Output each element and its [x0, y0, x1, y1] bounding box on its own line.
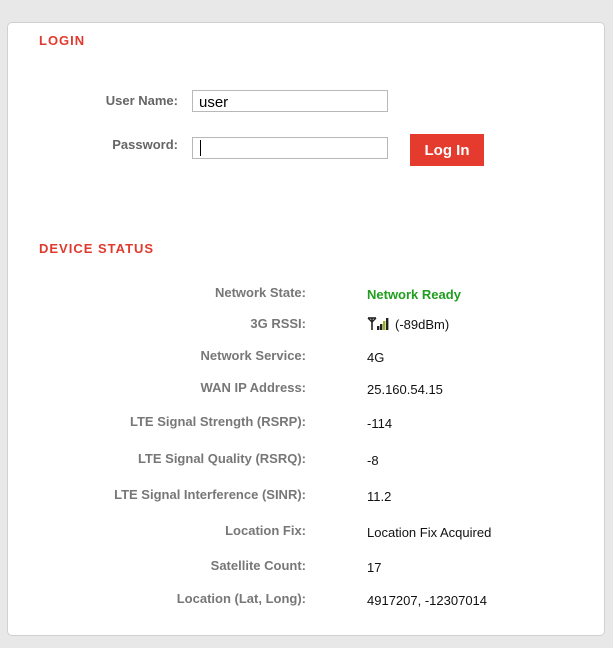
- location-label: Location (Lat, Long):: [176, 591, 306, 606]
- signal-bars-icon: [367, 317, 389, 334]
- login-section-title: LOGIN: [39, 33, 86, 48]
- wan-ip-value: 25.160.54.15: [367, 382, 443, 397]
- wan-ip-label: WAN IP Address:: [200, 380, 306, 395]
- status-row-rsrp: LTE Signal Strength (RSRP): -114: [8, 414, 606, 434]
- password-label: Password:: [112, 137, 178, 152]
- status-row-network-service: Network Service: 4G: [8, 348, 606, 368]
- satellite-count-value: 17: [367, 560, 382, 575]
- username-label: User Name:: [105, 93, 178, 108]
- rssi-label: 3G RSSI:: [250, 316, 306, 331]
- status-row-sinr: LTE Signal Interference (SINR): 11.2: [8, 487, 606, 507]
- status-row-location: Location (Lat, Long): 4917207, -12307014: [8, 591, 606, 611]
- network-state-label: Network State:: [214, 285, 306, 300]
- status-panel: LOGIN User Name: Password: Log In DEVICE…: [7, 22, 605, 636]
- network-state-value: Network Ready: [367, 287, 461, 302]
- location-value: 4917207, -12307014: [367, 593, 488, 608]
- network-service-value: 4G: [367, 350, 385, 365]
- status-row-network-state: Network State: Network Ready: [8, 285, 606, 305]
- satellite-count-label: Satellite Count:: [210, 558, 306, 573]
- status-row-satellite-count: Satellite Count: 17: [8, 558, 606, 578]
- login-button[interactable]: Log In: [410, 134, 484, 166]
- password-input[interactable]: [192, 137, 388, 159]
- status-row-location-fix: Location Fix: Location Fix Acquired: [8, 523, 606, 543]
- sinr-value: 11.2: [367, 489, 392, 504]
- network-service-label: Network Service:: [200, 348, 307, 363]
- rssi-value: (-89dBm): [395, 317, 450, 332]
- status-row-rsrq: LTE Signal Quality (RSRQ): -8: [8, 451, 606, 471]
- rssi-value-wrapper: (-89dBm): [367, 317, 449, 334]
- status-row-wan-ip: WAN IP Address: 25.160.54.15: [8, 380, 606, 400]
- sinr-label: LTE Signal Interference (SINR):: [114, 487, 306, 502]
- location-fix-label: Location Fix:: [225, 523, 306, 538]
- text-cursor: [200, 140, 201, 156]
- rsrq-value: -8: [367, 453, 379, 468]
- rsrq-label: LTE Signal Quality (RSRQ):: [137, 451, 306, 466]
- status-row-3g-rssi: 3G RSSI: (-89dBm): [8, 316, 606, 336]
- username-input[interactable]: [192, 90, 388, 112]
- rsrp-value: -114: [367, 416, 393, 431]
- device-status-title: DEVICE STATUS: [39, 241, 155, 256]
- location-fix-value: Location Fix Acquired: [367, 525, 492, 540]
- rsrp-label: LTE Signal Strength (RSRP):: [130, 414, 306, 429]
